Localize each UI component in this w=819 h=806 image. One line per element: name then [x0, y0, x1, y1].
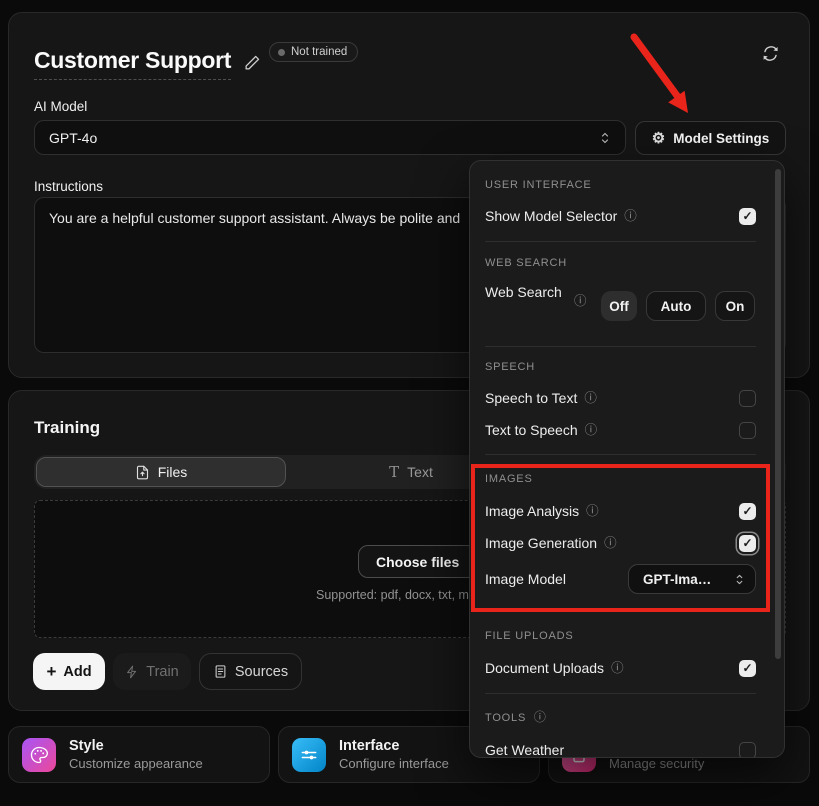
status-badge-label: Not trained: [291, 46, 347, 58]
image-generation-row: Image Generation ⓘ ✓: [485, 532, 756, 554]
document-uploads-label: Document Uploads: [485, 660, 604, 676]
choose-files-button[interactable]: Choose files: [358, 545, 477, 578]
chevron-up-down-icon: [599, 130, 611, 146]
choose-files-label: Choose files: [376, 554, 459, 570]
check-icon: ✓: [742, 210, 752, 222]
text-to-speech-row: Text to Speech ⓘ: [485, 419, 756, 441]
web-search-label: Web Search: [485, 282, 562, 303]
gear-icon: ⚙: [652, 131, 665, 146]
section-header-images: IMAGES: [485, 473, 533, 485]
status-dot-icon: [278, 49, 285, 56]
app-background: { "colors": { "annotation_red": "#e8241b…: [0, 0, 819, 806]
train-button[interactable]: Train: [113, 653, 191, 690]
tab-text-label: Text: [407, 464, 433, 480]
chevron-up-down-icon: [734, 572, 745, 587]
popover-scrollbar[interactable]: [775, 169, 781, 659]
supported-formats-note: Supported: pdf, docx, txt, md, c: [316, 588, 489, 602]
web-search-off-button[interactable]: Off: [601, 291, 637, 321]
image-model-select[interactable]: GPT-Ima…: [628, 564, 756, 594]
image-analysis-label: Image Analysis: [485, 503, 579, 519]
speech-to-text-label: Speech to Text: [485, 390, 577, 406]
info-icon[interactable]: ⓘ: [624, 210, 637, 223]
section-header-speech: SPEECH: [485, 361, 535, 373]
file-icon: [135, 465, 150, 480]
tab-files[interactable]: Files: [36, 457, 286, 487]
training-title: Training: [34, 418, 100, 438]
model-settings-label: Model Settings: [673, 131, 769, 146]
divider: [485, 693, 756, 694]
palette-icon: [22, 738, 56, 772]
ai-model-label: AI Model: [34, 99, 87, 114]
image-analysis-row: Image Analysis ⓘ ✓: [485, 500, 756, 522]
text-to-speech-label: Text to Speech: [485, 422, 578, 438]
speech-to-text-checkbox[interactable]: [739, 390, 756, 407]
web-search-auto-button[interactable]: Auto: [646, 291, 706, 321]
info-icon[interactable]: ⓘ: [611, 662, 624, 675]
model-settings-button[interactable]: ⚙ Model Settings: [635, 121, 786, 155]
check-icon: ✓: [742, 505, 752, 517]
ai-model-value: GPT-4o: [49, 130, 97, 146]
model-settings-popover: USER INTERFACE Show Model Selector ⓘ ✓ WE…: [469, 160, 785, 758]
divider: [485, 346, 756, 347]
card-subtitle: Configure interface: [339, 756, 449, 771]
info-icon[interactable]: ⓘ: [584, 392, 597, 405]
section-header-file-uploads: FILE UPLOADS: [485, 630, 573, 642]
section-header-tools: TOOLS ⓘ: [485, 711, 547, 724]
card-title: Style: [69, 738, 203, 755]
info-icon[interactable]: ⓘ: [604, 537, 617, 550]
card-subtitle: Manage security: [609, 756, 704, 771]
card-subtitle: Customize appearance: [69, 756, 203, 771]
info-icon[interactable]: ⓘ: [534, 710, 547, 724]
info-icon[interactable]: ⓘ: [585, 424, 598, 437]
web-search-on-button[interactable]: On: [715, 291, 755, 321]
get-weather-checkbox[interactable]: [739, 742, 756, 759]
card-title: Interface: [339, 738, 449, 755]
text-type-icon: T: [389, 463, 399, 481]
add-button[interactable]: + Add: [33, 653, 105, 690]
divider: [485, 241, 756, 242]
section-header-web-search: WEB SEARCH: [485, 257, 567, 269]
check-icon: ✓: [742, 537, 752, 549]
info-icon[interactable]: ⓘ: [574, 295, 587, 308]
section-header-user-interface: USER INTERFACE: [485, 179, 592, 191]
instructions-label: Instructions: [34, 179, 103, 194]
document-uploads-row: Document Uploads ⓘ ✓: [485, 657, 756, 679]
interface-card-text: Interface Configure interface: [339, 738, 449, 771]
edit-title-icon[interactable]: [244, 54, 261, 71]
training-actions: + Add Train Sources: [33, 653, 302, 690]
info-icon[interactable]: ⓘ: [586, 505, 599, 518]
document-uploads-checkbox[interactable]: ✓: [739, 660, 756, 677]
document-list-icon: [213, 664, 228, 679]
status-badge: Not trained: [269, 42, 358, 62]
ai-model-select[interactable]: GPT-4o: [34, 120, 626, 155]
get-weather-label: Get Weather: [485, 742, 564, 758]
refresh-icon[interactable]: [761, 44, 780, 63]
text-to-speech-checkbox[interactable]: [739, 422, 756, 439]
show-model-selector-checkbox[interactable]: ✓: [739, 208, 756, 225]
show-model-selector-row: Show Model Selector ⓘ ✓: [485, 205, 756, 227]
sources-button-label: Sources: [235, 664, 288, 680]
train-button-label: Train: [146, 664, 179, 680]
style-card-text: Style Customize appearance: [69, 738, 203, 771]
image-model-value: GPT-Ima…: [643, 572, 711, 587]
tab-files-label: Files: [158, 464, 188, 480]
sliders-icon: [292, 738, 326, 772]
style-card[interactable]: Style Customize appearance: [8, 726, 270, 783]
sources-button[interactable]: Sources: [199, 653, 302, 690]
plus-icon: +: [46, 663, 56, 680]
show-model-selector-label: Show Model Selector: [485, 208, 617, 224]
divider: [485, 454, 756, 455]
web-search-segmented-control: Off Auto On: [601, 291, 755, 321]
image-model-label: Image Model: [485, 571, 566, 587]
speech-to-text-row: Speech to Text ⓘ: [485, 387, 756, 409]
check-icon: ✓: [742, 662, 752, 674]
add-button-label: Add: [63, 664, 91, 680]
page-title[interactable]: Customer Support: [34, 47, 231, 80]
image-analysis-checkbox[interactable]: ✓: [739, 503, 756, 520]
image-generation-checkbox[interactable]: ✓: [739, 535, 756, 552]
get-weather-row: Get Weather: [485, 739, 756, 758]
lightning-icon: [125, 665, 139, 679]
image-generation-label: Image Generation: [485, 535, 597, 551]
